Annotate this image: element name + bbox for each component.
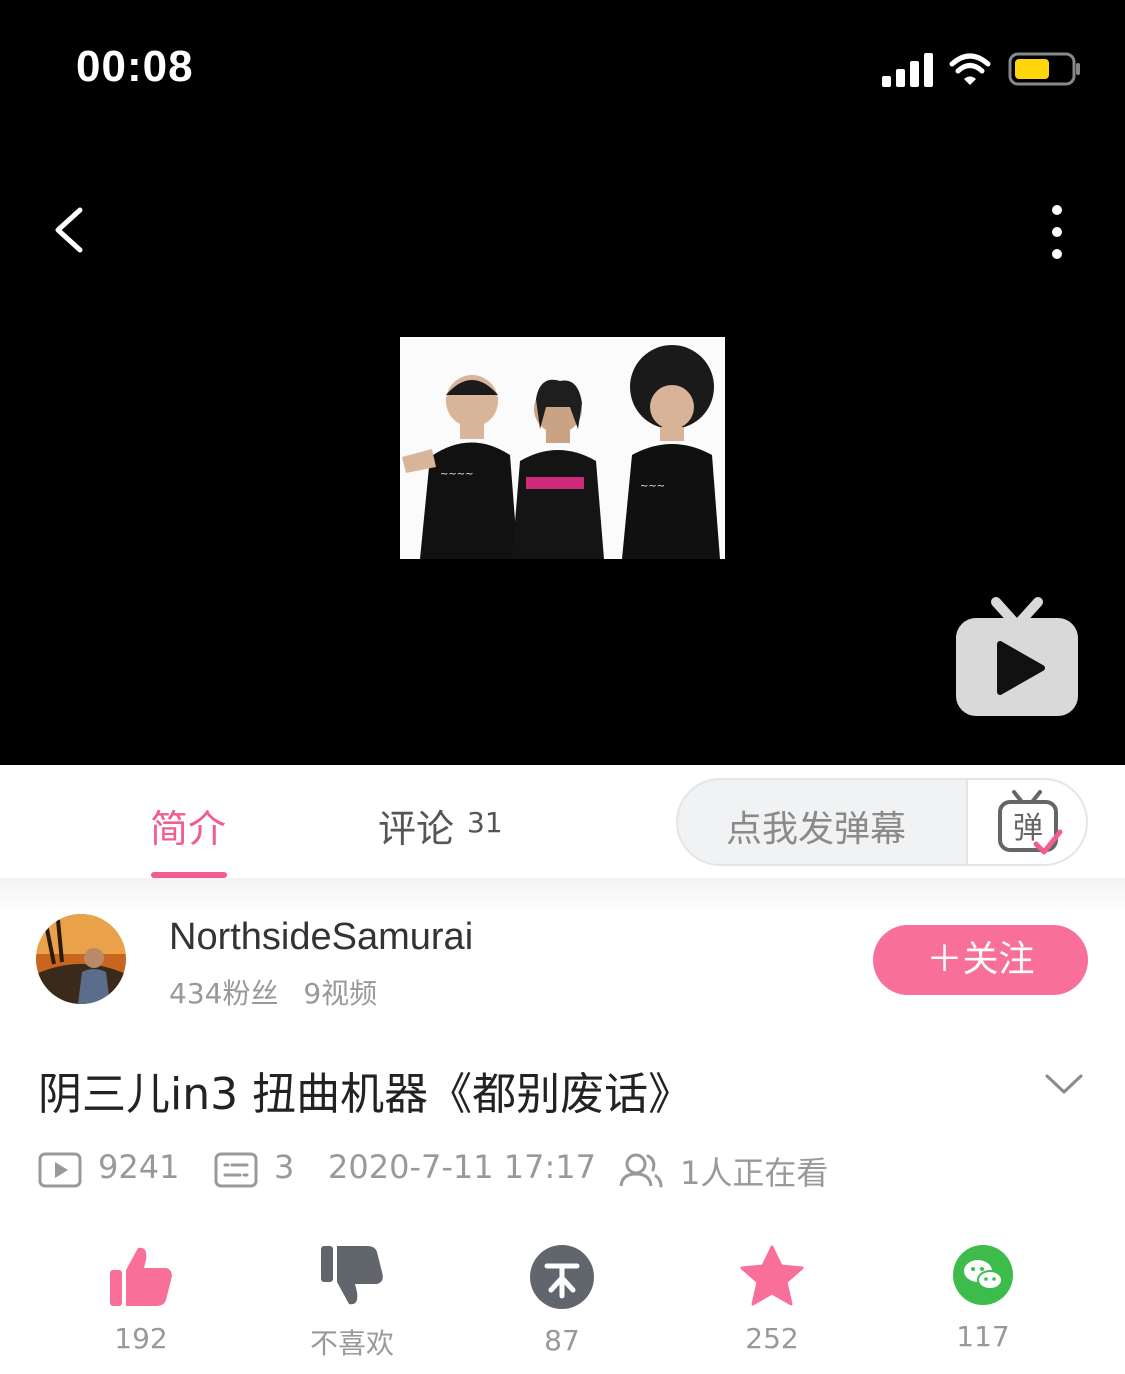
video-title: 阴三儿in3 扭曲机器《都别废话》 <box>38 1069 693 1120</box>
tab-comments[interactable]: 评论 <box>378 798 454 853</box>
favorite-button[interactable]: 252 <box>702 1244 842 1355</box>
coin-count: 87 <box>544 1324 580 1357</box>
danmaku-count-icon <box>214 1152 258 1188</box>
play-count: 9241 <box>98 1148 180 1186</box>
share-wechat-button[interactable]: 117 <box>913 1244 1053 1353</box>
svg-text:~~~: ~~~ <box>640 481 665 492</box>
video-player[interactable]: 00:08 ~~~~ ~~~ <box>0 0 1125 765</box>
tab-intro[interactable]: 简介 <box>150 798 226 853</box>
author-fans: 434粉丝 <box>169 977 279 1010</box>
tv-play-icon[interactable] <box>952 596 1082 720</box>
video-thumbnail: ~~~~ ~~~ <box>400 337 725 559</box>
danmaku-toggle-button[interactable]: 弹 <box>966 780 1086 864</box>
chevron-down-icon[interactable] <box>1044 1072 1084 1098</box>
thumbs-up-icon <box>110 1247 172 1306</box>
section-divider <box>0 878 1125 914</box>
dislike-label: 不喜欢 <box>309 1327 394 1360</box>
follow-button[interactable]: ＋关注 <box>873 925 1088 995</box>
publish-date: 2020-7-11 17:17 <box>328 1148 596 1186</box>
status-icons <box>882 52 1080 87</box>
author-videos: 9视频 <box>303 977 378 1010</box>
star-icon <box>740 1245 804 1306</box>
comments-count[interactable]: 31 <box>467 806 503 839</box>
coin-button[interactable]: 87 <box>492 1244 632 1357</box>
svg-text:~~~~: ~~~~ <box>440 469 474 480</box>
like-count: 192 <box>114 1322 168 1355</box>
thumbs-down-icon <box>321 1246 383 1305</box>
back-button[interactable] <box>40 198 100 262</box>
favorite-count: 252 <box>745 1322 799 1355</box>
danmaku-icon-char: 弹 <box>1013 811 1043 846</box>
danmaku-icon: 弹 <box>998 790 1063 855</box>
danmaku-input[interactable]: 点我发弹幕 <box>726 800 906 852</box>
author-stats: 434粉丝 9视频 <box>169 972 393 1012</box>
coin-icon <box>530 1245 594 1309</box>
danmaku-count: 3 <box>274 1148 295 1186</box>
dislike-button[interactable]: 不喜欢 <box>282 1244 422 1362</box>
danmaku-input-box[interactable]: 点我发弹幕 弹 <box>676 778 1088 866</box>
share-count: 117 <box>956 1320 1010 1353</box>
avatar[interactable] <box>36 914 126 1004</box>
author-name[interactable]: NorthsideSamurai <box>169 916 473 959</box>
viewers-icon <box>619 1153 663 1188</box>
watching-now: 1人正在看 <box>680 1154 829 1192</box>
status-time: 00:08 <box>76 42 194 91</box>
more-options-button[interactable] <box>1030 196 1084 268</box>
like-button[interactable]: 192 <box>71 1244 211 1355</box>
play-count-icon <box>38 1152 82 1188</box>
wechat-icon <box>953 1245 1013 1305</box>
